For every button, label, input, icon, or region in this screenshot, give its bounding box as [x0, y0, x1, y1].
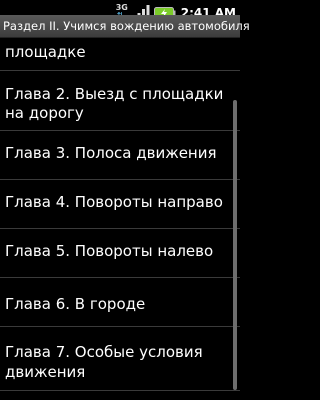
- list-item-label: Глава 4. Повороты направо: [5, 193, 223, 211]
- list-item-label: Глава 5. Повороты налево: [5, 242, 214, 260]
- list-item-label: Глава 3. Полоса движения: [5, 144, 217, 162]
- divider: [0, 390, 240, 391]
- list-item-label: Глава 2. Выезд с площадки: [5, 85, 224, 103]
- list-item-chapter-5[interactable]: Глава 5. Повороты налево: [0, 229, 240, 276]
- list-item-chapter-3[interactable]: Глава 3. Полоса движения: [0, 131, 240, 178]
- title-bar: Раздел II. Учимся вождению автомобиля: [0, 15, 250, 38]
- list-item-chapter-4[interactable]: Глава 4. Повороты направо: [0, 180, 240, 227]
- chapter-list[interactable]: площадке Глава 2. Выезд с площадки на до…: [0, 38, 240, 400]
- scrollbar[interactable]: [233, 100, 237, 390]
- list-item-label-line-2: движения: [5, 363, 86, 381]
- page-title: Раздел II. Учимся вождению автомобиля: [3, 19, 250, 33]
- list-item-partial[interactable]: площадке: [0, 38, 240, 69]
- list-item-label: Глава 7. Особые условия: [5, 343, 203, 361]
- list-item-label-line-2: на дорогу: [5, 104, 84, 122]
- list-item-chapter-7[interactable]: Глава 7. Особые условия движения: [0, 327, 240, 389]
- list-item-label: Глава 6. В городе: [5, 295, 146, 313]
- list-item-chapter-2[interactable]: Глава 2. Выезд с площадки на дорогу: [0, 71, 240, 129]
- list-item-chapter-6[interactable]: Глава 6. В городе: [0, 278, 240, 325]
- list-item-label: площадке: [5, 43, 86, 61]
